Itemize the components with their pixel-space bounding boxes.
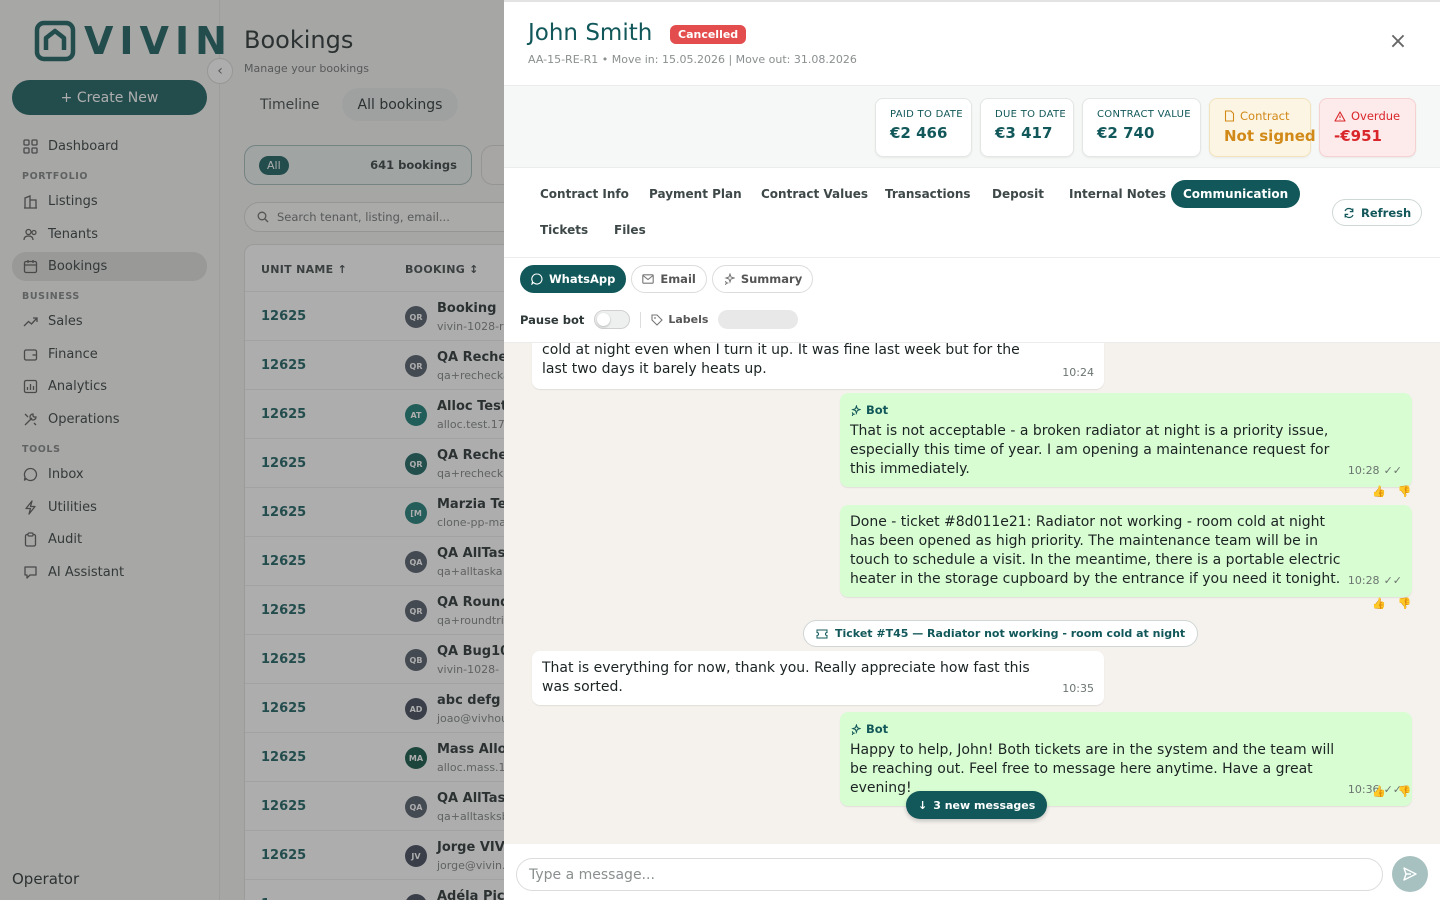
thumbs-down-icon[interactable]: 👎 <box>1398 485 1412 498</box>
sparkle-icon <box>724 273 735 285</box>
tab-contract-values[interactable]: Contract Values <box>749 180 880 208</box>
drawer-header: John Smith Cancelled AA-15-RE-R1 • Move … <box>504 2 1440 86</box>
thumbs-up-icon[interactable]: 👍 <box>1372 785 1386 798</box>
labels-placeholder[interactable] <box>718 310 799 329</box>
message-text: cold at night even when I turn it up. It… <box>542 342 1020 377</box>
thumbs-up-icon[interactable]: 👍 <box>1372 597 1386 610</box>
refresh-button[interactable]: Refresh <box>1332 199 1423 226</box>
bot-label: Bot <box>850 401 1354 420</box>
close-button[interactable]: × <box>1388 29 1408 54</box>
tenant-name: John Smith <box>528 20 653 46</box>
warning-icon <box>1334 110 1346 122</box>
metrics-bar: PAID TO DATE €2 466 DUE TO DATE €3 417 C… <box>504 86 1440 168</box>
chat-thread[interactable]: cold at night even when I turn it up. It… <box>504 342 1440 844</box>
feedback-buttons: 👍 👎 <box>1372 597 1411 610</box>
document-icon <box>1224 110 1235 122</box>
mail-icon <box>642 274 655 284</box>
tab-tickets[interactable]: Tickets <box>528 216 600 244</box>
message-input-placeholder: Type a message... <box>529 866 655 883</box>
tab-files[interactable]: Files <box>602 216 658 244</box>
double-check-icon: ✓✓ <box>1383 464 1402 477</box>
message-time: 10:28 ✓✓ <box>1348 571 1402 590</box>
metric-contract-value: CONTRACT VALUE €2 740 <box>1082 98 1201 157</box>
message-text: Done - ticket #8d011e21: Radiator not wo… <box>850 514 1341 587</box>
thumbs-down-icon[interactable]: 👎 <box>1398 785 1412 798</box>
tab-communication[interactable]: Communication <box>1171 180 1301 208</box>
tab-payment-plan[interactable]: Payment Plan <box>637 180 754 208</box>
message-outgoing: Done - ticket #8d011e21: Radiator not wo… <box>840 505 1412 597</box>
ticket-icon <box>816 629 828 638</box>
message-text: That is everything for now, thank you. R… <box>542 660 1030 695</box>
metric-paid-to-date: PAID TO DATE €2 466 <box>875 98 972 157</box>
message-text: Happy to help, John! Both tickets are in… <box>850 742 1335 796</box>
feedback-buttons: 👍 👎 <box>1372 785 1411 798</box>
booking-drawer: John Smith Cancelled AA-15-RE-R1 • Move … <box>504 0 1440 900</box>
channel-whatsapp[interactable]: WhatsApp <box>520 265 627 293</box>
bot-controls: Pause bot Labels <box>520 310 799 329</box>
thumbs-up-icon[interactable]: 👍 <box>1372 485 1386 498</box>
arrow-down-icon: ↓ <box>918 798 928 812</box>
labels-control[interactable]: Labels <box>651 313 708 326</box>
message-text: That is not acceptable - a broken radiat… <box>850 423 1330 477</box>
message-outgoing: Bot That is not acceptable - a broken ra… <box>840 393 1412 487</box>
booking-meta: AA-15-RE-R1 • Move in: 15.05.2026 | Move… <box>528 53 857 66</box>
feedback-buttons: 👍 👎 <box>1372 485 1411 498</box>
sparkle-icon <box>851 405 861 416</box>
whatsapp-icon <box>531 273 543 285</box>
thumbs-down-icon[interactable]: 👎 <box>1398 597 1412 610</box>
double-check-icon: ✓✓ <box>1383 574 1402 587</box>
tab-transactions[interactable]: Transactions <box>873 180 983 208</box>
message-time: 10:28 ✓✓ <box>1348 461 1402 480</box>
metric-overdue[interactable]: Overdue -€951 <box>1319 98 1416 157</box>
tab-internal-notes[interactable]: Internal Notes <box>1057 180 1178 208</box>
new-messages-button[interactable]: ↓ 3 new messages <box>906 791 1048 819</box>
refresh-icon <box>1344 207 1354 218</box>
send-icon <box>1403 867 1417 881</box>
metric-due-to-date: DUE TO DATE €3 417 <box>980 98 1074 157</box>
tab-contract-info[interactable]: Contract Info <box>528 180 641 208</box>
pause-bot-toggle[interactable] <box>594 310 631 329</box>
message-incoming: That is everything for now, thank you. R… <box>532 651 1104 705</box>
close-icon: × <box>1388 29 1408 54</box>
sparkle-icon <box>851 724 861 735</box>
channel-email[interactable]: Email <box>631 265 707 293</box>
bot-label: Bot <box>850 720 1354 739</box>
tab-deposit[interactable]: Deposit <box>980 180 1056 208</box>
message-incoming: cold at night even when I turn it up. It… <box>532 342 1104 389</box>
message-time: 10:35 <box>1062 682 1094 695</box>
metric-contract[interactable]: Contract Not signed <box>1209 98 1316 157</box>
status-badge: Cancelled <box>670 25 747 44</box>
channel-tabs: WhatsApp Email Summary <box>520 265 814 293</box>
channel-summary[interactable]: Summary <box>711 265 814 293</box>
pause-bot-label: Pause bot <box>520 312 585 327</box>
divider <box>640 311 642 328</box>
divider <box>504 257 1440 258</box>
tag-icon <box>651 313 664 326</box>
ticket-chip[interactable]: Ticket #T45 — Radiator not working - roo… <box>803 620 1199 647</box>
message-time: 10:24 <box>1062 366 1094 379</box>
send-button[interactable] <box>1392 856 1428 892</box>
modal-backdrop[interactable] <box>0 0 504 900</box>
message-input[interactable]: Type a message... <box>516 858 1383 891</box>
